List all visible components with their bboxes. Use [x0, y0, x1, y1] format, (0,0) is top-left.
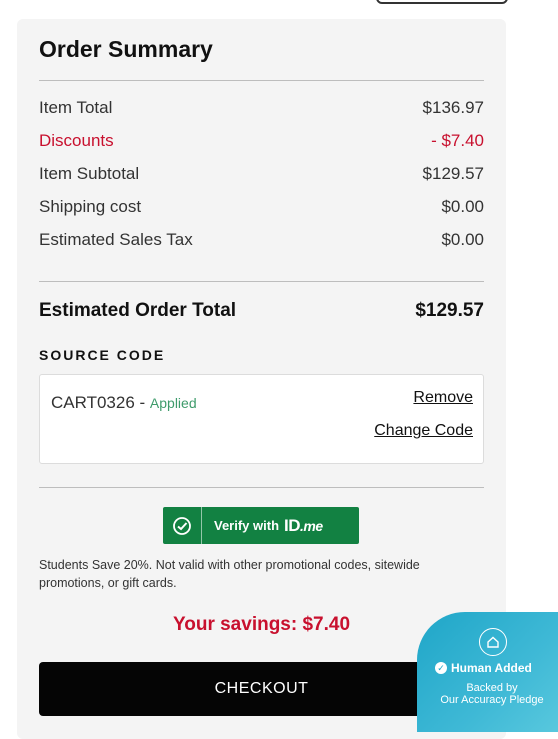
- row-label: Item Subtotal: [39, 164, 140, 183]
- divider: [39, 487, 484, 488]
- row-value: - $7.40: [431, 131, 484, 150]
- row-value: $129.57: [422, 164, 484, 183]
- row-label: Discounts: [39, 131, 114, 150]
- verify-with-idme-button[interactable]: Verify with ID.me: [163, 507, 359, 544]
- order-total-value: $129.57: [415, 300, 484, 321]
- divider: [39, 281, 484, 282]
- summary-row-item-total: Item Total $136.97: [39, 98, 484, 118]
- source-code-heading: SOURCE CODE: [39, 347, 166, 363]
- check-shield-icon: [163, 507, 202, 544]
- top-outlined-button[interactable]: [376, 0, 508, 4]
- applied-code: CART0326 - Applied: [51, 393, 197, 413]
- idme-label: Verify with: [214, 518, 280, 533]
- badge-line1: Backed by: [466, 682, 518, 694]
- idme-logo-text: ID: [284, 515, 301, 535]
- human-added-title: ✓ Human Added: [435, 661, 532, 675]
- summary-row-item-subtotal: Item Subtotal $129.57: [39, 164, 484, 184]
- row-value: $0.00: [441, 197, 484, 216]
- summary-row-sales-tax: Estimated Sales Tax $0.00: [39, 230, 484, 250]
- order-total-row: Estimated Order Total $129.57: [39, 300, 484, 322]
- badge-subtitle: Backed by Our Accuracy Pledge: [417, 682, 558, 706]
- row-label: Item Total: [39, 98, 113, 117]
- summary-row-discounts: Discounts - $7.40: [39, 131, 484, 151]
- summary-row-shipping: Shipping cost $0.00: [39, 197, 484, 217]
- home-icon: [479, 628, 507, 656]
- remove-code-link[interactable]: Remove: [413, 389, 473, 407]
- row-value: $0.00: [441, 230, 484, 249]
- order-summary-title: Order Summary: [39, 36, 213, 62]
- row-label: Shipping cost: [39, 197, 142, 216]
- badge-title: Human Added: [451, 661, 532, 675]
- row-label: Estimated Sales Tax: [39, 230, 193, 249]
- divider: [39, 80, 484, 81]
- applied-code-box: CART0326 - Applied Remove Change Code: [39, 374, 484, 464]
- applied-status: Applied: [149, 395, 197, 411]
- change-code-link[interactable]: Change Code: [374, 422, 473, 440]
- row-value: $136.97: [422, 98, 484, 117]
- student-discount-note: Students Save 20%. Not valid with other …: [39, 558, 420, 590]
- code-separator: -: [134, 393, 150, 412]
- idme-logo: ID.me: [284, 516, 323, 536]
- order-total-label: Estimated Order Total: [39, 300, 237, 321]
- check-icon: ✓: [435, 662, 447, 674]
- idme-logo-suffix: .me: [300, 517, 323, 534]
- badge-line2: Our Accuracy Pledge: [440, 694, 544, 706]
- code-value: CART0326: [51, 393, 135, 412]
- human-added-badge[interactable]: ✓ Human Added Backed by Our Accuracy Ple…: [417, 612, 558, 732]
